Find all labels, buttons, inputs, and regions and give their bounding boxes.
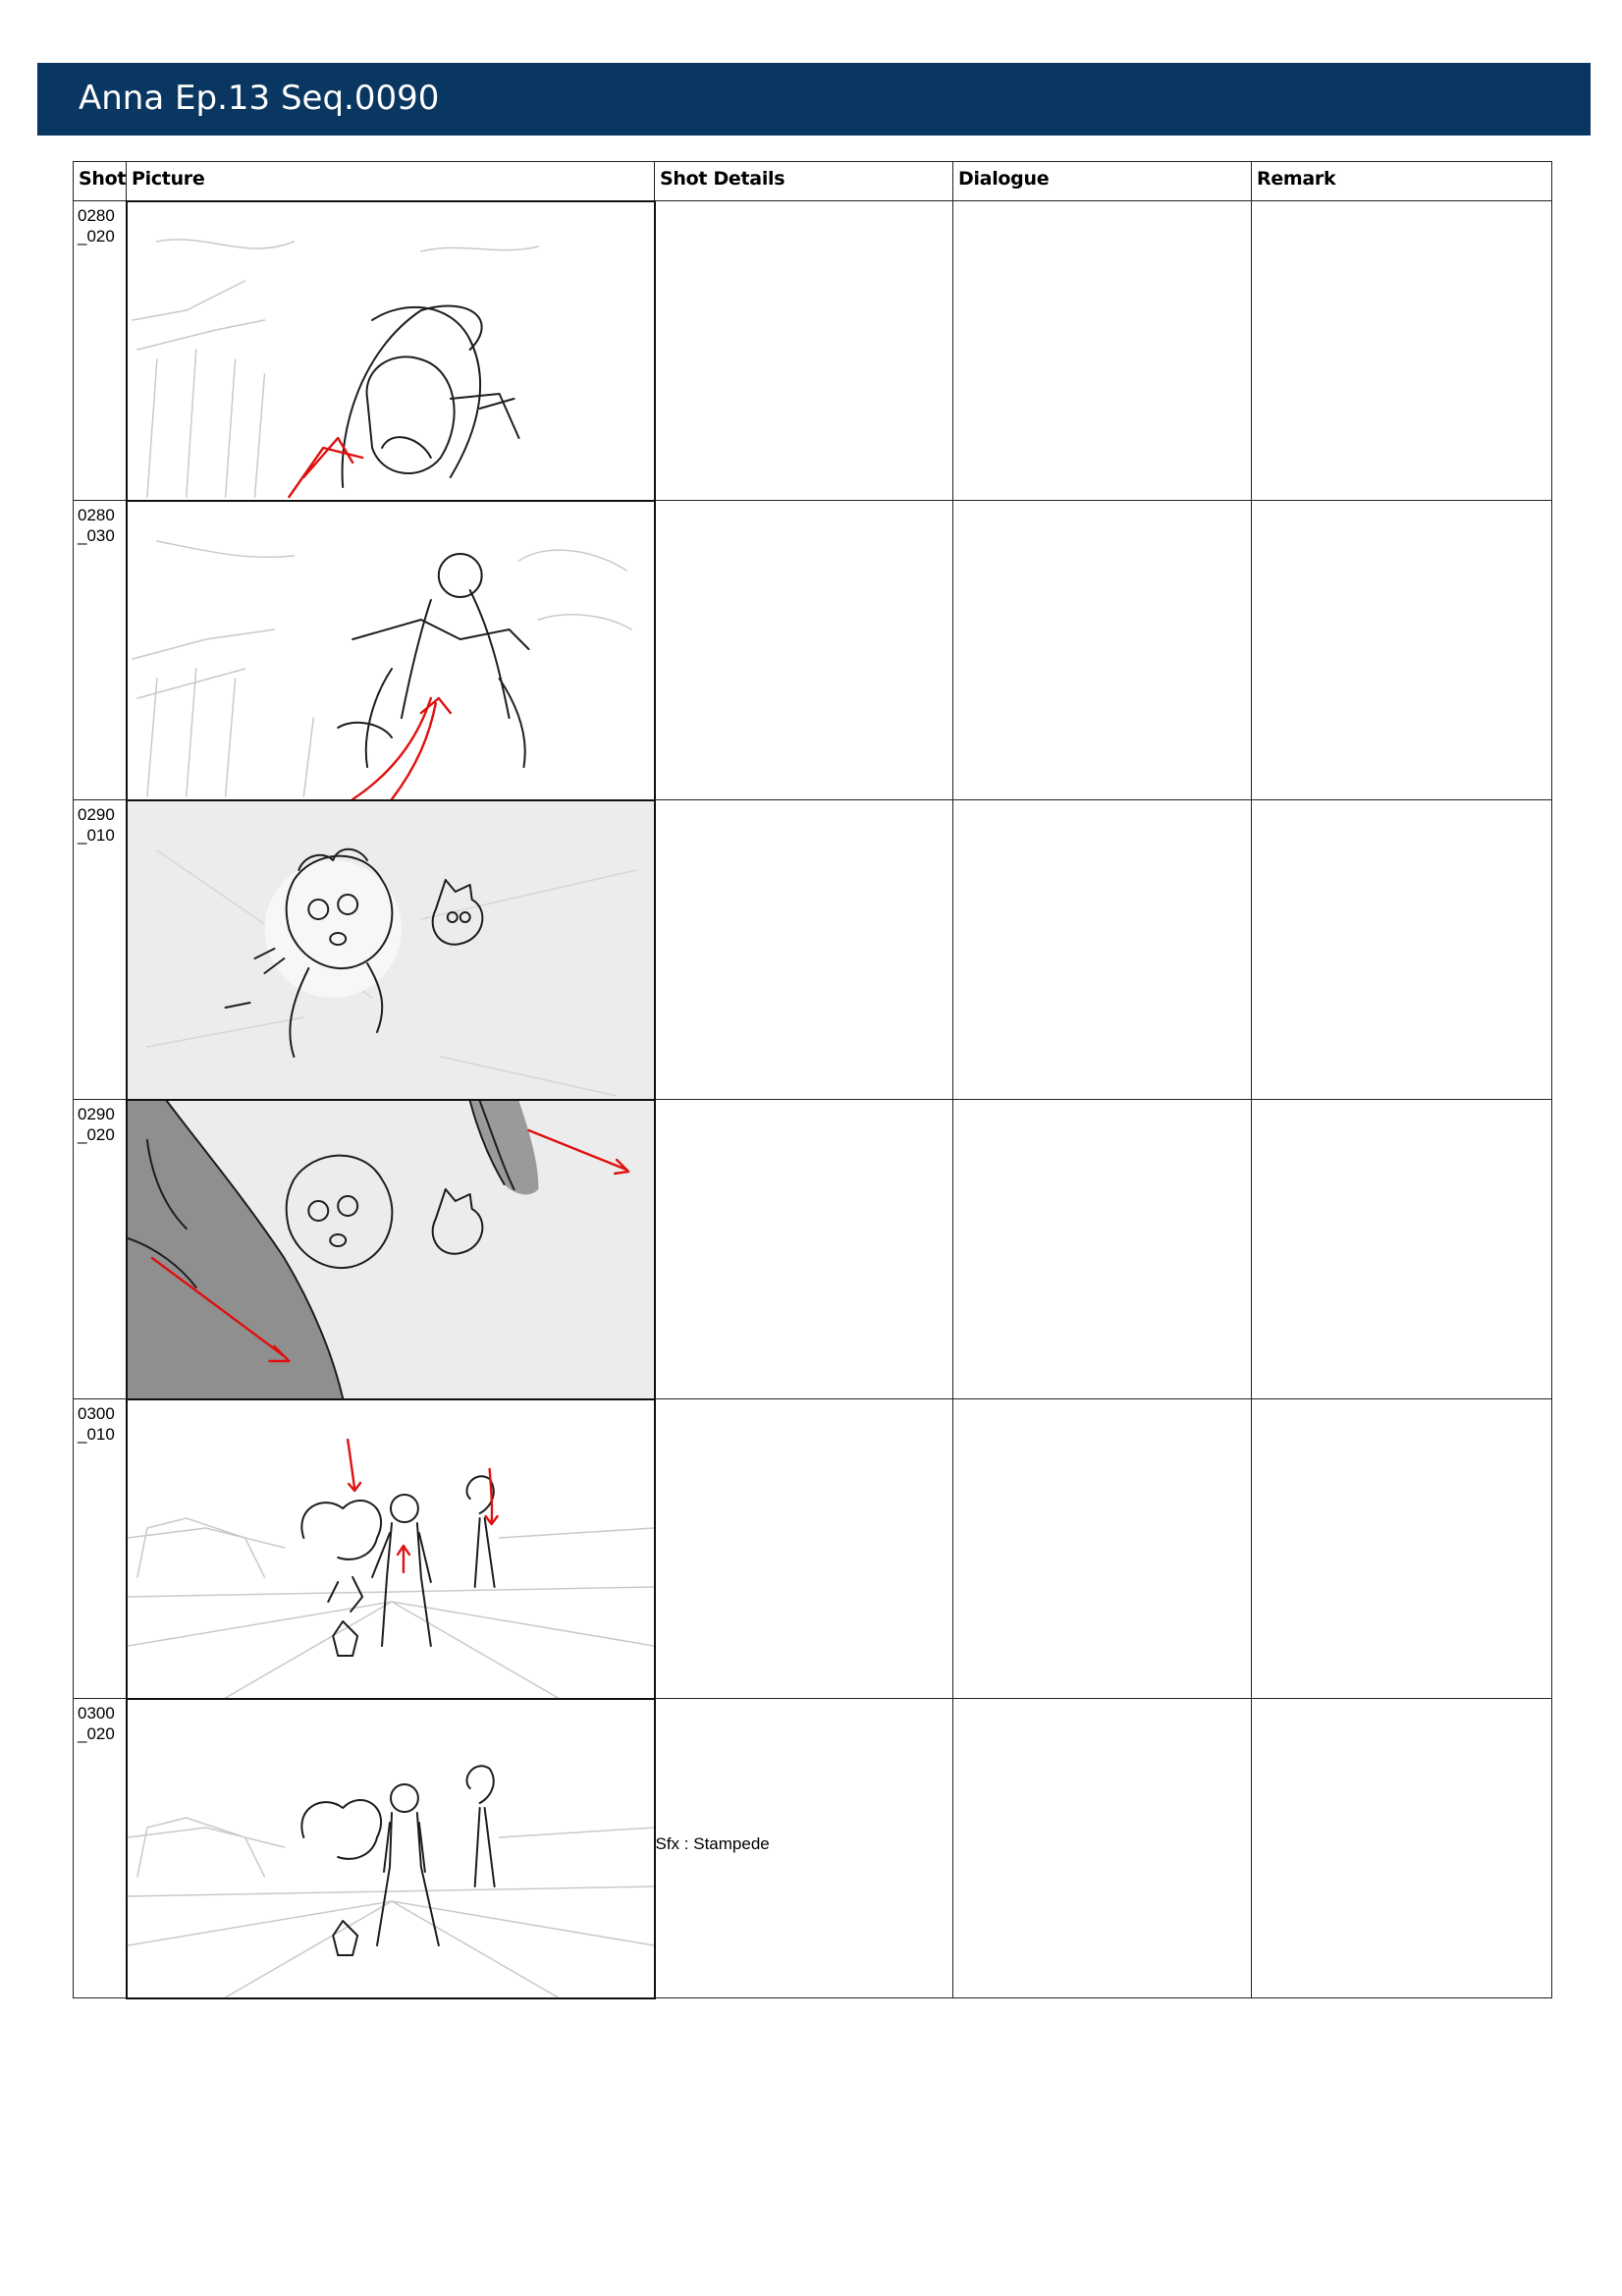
page-title: Anna Ep.13 Seq.0090 [79, 79, 440, 118]
storyboard-sketch-icon [127, 1438, 654, 1698]
shot-details-cell [654, 1398, 953, 1699]
shot-suffix: _020 [78, 1125, 115, 1144]
column-header-dialogue: Dialogue [952, 161, 1252, 201]
dialogue-cell [952, 1698, 1252, 1998]
shot-cell: 0290 _010 [73, 799, 127, 1100]
picture-cell [125, 1098, 656, 1400]
shot-number: 0300 [78, 1404, 115, 1423]
shot-suffix: _030 [78, 526, 115, 545]
column-header-remark: Remark [1251, 161, 1552, 201]
column-header-picture: Picture [126, 161, 655, 201]
shot-details-cell [654, 500, 953, 800]
dialogue-cell [952, 1398, 1252, 1699]
shot-suffix: _010 [78, 826, 115, 845]
table-row: 0280 _020 [73, 199, 1552, 502]
shot-cell: 0280 _030 [73, 500, 127, 800]
shot-number: 0280 [78, 506, 115, 524]
picture-cell [125, 1397, 656, 1700]
storyboard-table: Shot Picture Shot Details Dialogue Remar… [73, 161, 1552, 1999]
shot-details-cell [654, 200, 953, 501]
dialogue-cell [952, 1099, 1252, 1399]
storyboard-sketch-icon [127, 1100, 654, 1398]
shot-details-cell [654, 799, 953, 1100]
shot-cell: 0290 _020 [73, 1099, 127, 1399]
table-row: 0300 _010 [73, 1397, 1552, 1700]
storyboard-sketch-icon [127, 800, 654, 1099]
remark-cell [1251, 200, 1552, 501]
picture-cell [125, 798, 656, 1101]
shot-cell: 0300 _020 [73, 1698, 127, 1998]
dialogue-cell [952, 799, 1252, 1100]
table-row: 0290 _020 [73, 1098, 1552, 1400]
shot-number: 0280 [78, 206, 115, 225]
shot-details-cell [654, 1099, 953, 1399]
remark-cell [1251, 1698, 1552, 1998]
shot-suffix: _020 [78, 227, 115, 246]
shot-details-text: Sfx : Stampede [655, 1834, 770, 1853]
shot-number: 0290 [78, 805, 115, 824]
dialogue-cell [952, 200, 1252, 501]
column-header-shot-details: Shot Details [654, 161, 953, 201]
storyboard-sketch-icon [127, 1765, 654, 1997]
table-row: 0300 _020 Sfx : Stampede [73, 1697, 1552, 1999]
remark-cell [1251, 1398, 1552, 1699]
shot-cell: 0300 _010 [73, 1398, 127, 1699]
shot-number: 0300 [78, 1704, 115, 1722]
shot-suffix: _020 [78, 1724, 115, 1743]
shot-number: 0290 [78, 1105, 115, 1123]
dialogue-cell [952, 500, 1252, 800]
storyboard-sketch-icon [131, 539, 632, 799]
storyboard-sketch-icon [131, 238, 539, 498]
column-header-shot: Shot [73, 161, 127, 201]
picture-cell [125, 199, 656, 502]
shot-details-cell: Sfx : Stampede [654, 1698, 953, 1998]
table-header-row: Shot Picture Shot Details Dialogue Remar… [73, 161, 1552, 201]
shot-cell: 0280 _020 [73, 200, 127, 501]
remark-cell [1251, 1099, 1552, 1399]
remark-cell [1251, 799, 1552, 1100]
table-row: 0290 _010 [73, 798, 1552, 1101]
shot-suffix: _010 [78, 1425, 115, 1444]
picture-cell [125, 1697, 656, 1999]
table-row: 0280 _030 [73, 499, 1552, 801]
remark-cell [1251, 500, 1552, 800]
picture-cell [125, 499, 656, 801]
header-bar: Anna Ep.13 Seq.0090 [37, 63, 1591, 136]
